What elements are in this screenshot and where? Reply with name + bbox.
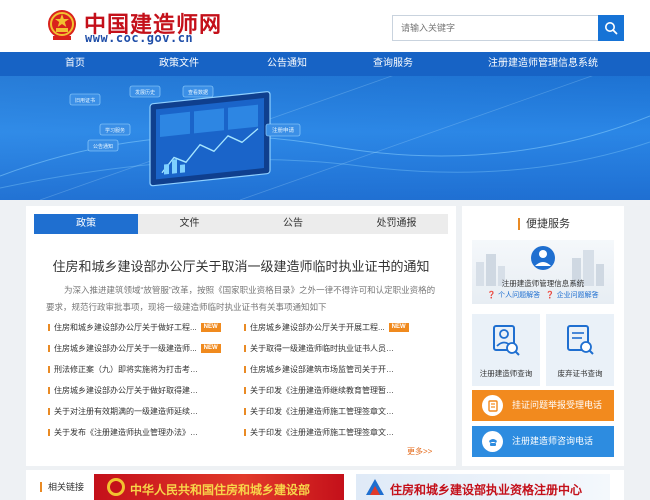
list-item[interactable]: 关于对注册有效期满的一级建造师延续注册有... bbox=[48, 406, 224, 418]
banner-label: 旧用证书 bbox=[75, 97, 95, 104]
list-item[interactable]: 关于发布《注册建造师执业管理办法》（试行... bbox=[48, 427, 224, 439]
quick-services-title: 便捷服务 bbox=[518, 218, 570, 230]
report-hotline-label: 挂证问题举报受理电话 bbox=[512, 400, 603, 410]
list-item[interactable]: 住房城乡建设部办公厅关于一级建造师... NEW bbox=[48, 343, 224, 355]
nav-item-policy[interactable]: 政策文件 bbox=[150, 52, 208, 76]
personal-faq-link[interactable]: ❓ 个人问题解答 bbox=[487, 292, 540, 299]
search-icon bbox=[605, 22, 618, 35]
content-tabs: 政策 文件 公告 处罚通报 bbox=[34, 214, 448, 234]
void-certificate-query-tile[interactable]: 废弃证书查询 bbox=[546, 314, 614, 386]
registration-center-link-banner[interactable]: 住房和城乡建设部执业资格注册中心 bbox=[356, 474, 610, 500]
list-item[interactable]: 刑法修正案（九）即将实施将为打击考试作弊... bbox=[48, 364, 224, 376]
tile-label: 注册建造师查询 bbox=[479, 369, 533, 378]
nav-item-query[interactable]: 查询服务 bbox=[364, 52, 422, 76]
banner-label: 注册申请 bbox=[272, 126, 295, 134]
hero-banner[interactable]: 旧用证书 发展历史 查看数据 学习服务 公告通知 注册申请 bbox=[0, 76, 650, 200]
nav-item-home[interactable]: 首页 bbox=[52, 52, 98, 76]
person-search-icon bbox=[493, 325, 520, 356]
list-item[interactable]: 住房城乡建设部建筑市场监管司关于开展取得... bbox=[244, 364, 420, 376]
tab-policy[interactable]: 政策 bbox=[34, 214, 138, 234]
tab-announcements[interactable]: 公告 bbox=[241, 214, 345, 234]
search-box bbox=[392, 15, 624, 41]
list-item[interactable]: 住房和城乡建设部办公厅关于做好工程... NEW bbox=[48, 322, 224, 334]
mohurd-link-text: 中华人民共和国住房和城乡建设部 bbox=[130, 483, 311, 497]
banner-label: 学习服务 bbox=[105, 127, 125, 134]
new-badge: NEW bbox=[200, 344, 221, 353]
banner-label: 公告通知 bbox=[93, 143, 113, 150]
list-item[interactable]: 关于取得一级建造师临时执业证书人员延续注... bbox=[244, 343, 420, 355]
policy-panel: 政策 文件 公告 处罚通报 住房和城乡建设部办公厅关于取消一级建造师临时执业证书… bbox=[26, 206, 456, 466]
new-badge: NEW bbox=[200, 323, 221, 332]
list-item[interactable]: 住房城乡建设部办公厅关于做好取得建造师临... bbox=[48, 385, 224, 397]
nav-item-management-system[interactable]: 注册建造师管理信息系统 bbox=[478, 52, 608, 76]
national-emblem-icon[interactable] bbox=[46, 8, 78, 42]
phone-icon bbox=[482, 431, 503, 452]
main-nav: 首页 政策文件 公告通知 查询服务 注册建造师管理信息系统 bbox=[0, 52, 650, 76]
related-links-label: 相关链接 bbox=[40, 482, 84, 492]
quick-services: 便捷服务 注册建造师管理信息系统 ❓ 个人问题解答 ❓ 企业问题解答 注册建造师… bbox=[462, 206, 624, 466]
constructor-query-tile[interactable]: 注册建造师查询 bbox=[472, 314, 540, 386]
report-hotline-button[interactable]: 挂证问题举报受理电话 bbox=[472, 390, 614, 421]
featured-headline[interactable]: 住房和城乡建设部办公厅关于取消一级建造师临时执业证书的通知 bbox=[26, 256, 456, 275]
site-url: www.coc.gov.cn bbox=[85, 31, 194, 45]
document-search-icon bbox=[567, 325, 594, 355]
registration-center-logo-icon bbox=[366, 479, 384, 495]
list-item[interactable]: 关于印发《注册建造师施工管理签章文件目录... bbox=[244, 427, 420, 439]
new-badge: NEW bbox=[388, 323, 409, 332]
consult-hotline-label: 注册建造师咨询电话 bbox=[512, 436, 594, 446]
banner-label: 发展历史 bbox=[135, 89, 155, 96]
registration-center-link-text: 住房和城乡建设部执业资格注册中心 bbox=[390, 483, 583, 497]
management-system-banner[interactable]: 注册建造师管理信息系统 ❓ 个人问题解答 ❓ 企业问题解答 bbox=[472, 240, 614, 304]
national-emblem-icon bbox=[107, 478, 125, 496]
nav-item-notices[interactable]: 公告通知 bbox=[258, 52, 316, 76]
company-faq-link[interactable]: ❓ 企业问题解答 bbox=[546, 292, 599, 299]
management-system-title: 注册建造师管理信息系统 bbox=[501, 279, 585, 288]
faq-links: ❓ 个人问题解答 ❓ 企业问题解答 bbox=[472, 290, 614, 300]
consult-hotline-button[interactable]: 注册建造师咨询电话 bbox=[472, 426, 614, 457]
tile-label: 废弃证书查询 bbox=[557, 369, 603, 378]
banner-label: 查看数据 bbox=[188, 89, 208, 96]
search-button[interactable] bbox=[598, 15, 624, 41]
tab-penalties[interactable]: 处罚通报 bbox=[345, 214, 448, 234]
mohurd-link-banner[interactable]: 中华人民共和国住房和城乡建设部 bbox=[94, 474, 344, 500]
featured-summary: 为深入推进建筑领域“放管服”改革，按照《国家职业资格目录》之外一律不得许可和认定… bbox=[46, 285, 436, 312]
tab-documents[interactable]: 文件 bbox=[138, 214, 241, 234]
list-item[interactable]: 关于印发《注册建造师施工管理签章文件（试... bbox=[244, 406, 420, 418]
list-item[interactable]: 住房城乡建设部办公厅关于开展工程... NEW bbox=[244, 322, 420, 334]
search-input[interactable] bbox=[393, 16, 598, 40]
hero-illustration: 旧用证书 发展历史 查看数据 学习服务 公告通知 注册申请 bbox=[0, 76, 650, 200]
related-links: 相关链接 中华人民共和国住房和城乡建设部 住房和城乡建设部执业资格注册中心 bbox=[26, 470, 624, 500]
more-link[interactable]: 更多>> bbox=[407, 446, 432, 457]
report-icon bbox=[482, 395, 503, 416]
site-header: 中国建造师网 www.coc.gov.cn bbox=[0, 0, 650, 52]
list-item[interactable]: 关于印发《注册建造师继续教育管理暂行办法... bbox=[244, 385, 420, 397]
